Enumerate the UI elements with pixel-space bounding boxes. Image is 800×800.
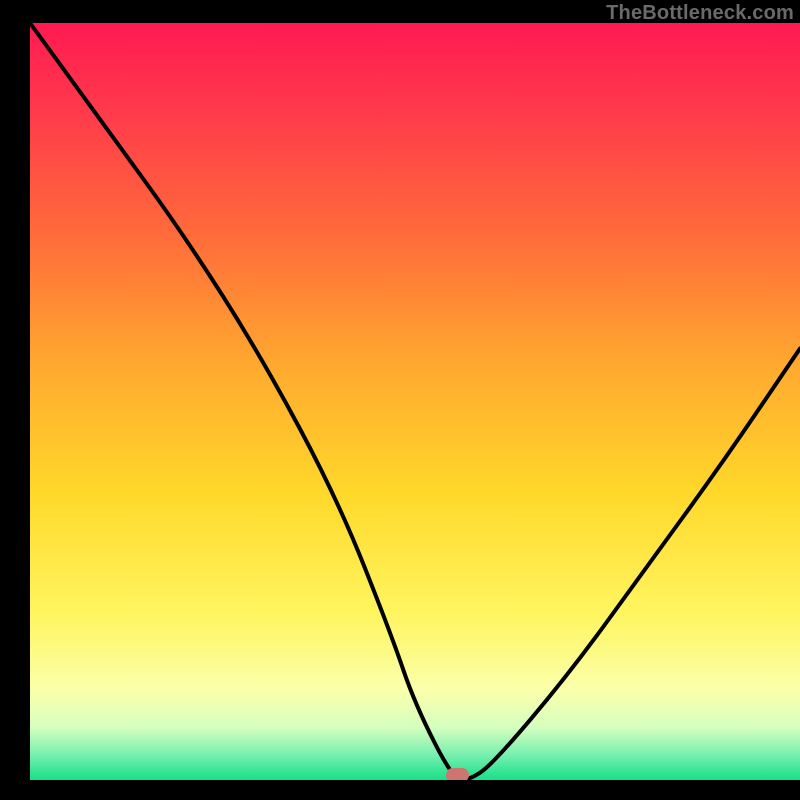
optimal-marker [446,768,469,780]
plot-area [30,23,800,780]
watermark-text: TheBottleneck.com [606,2,794,25]
chart-canvas: TheBottleneck.com [0,0,800,800]
bottleneck-curve [30,23,800,780]
